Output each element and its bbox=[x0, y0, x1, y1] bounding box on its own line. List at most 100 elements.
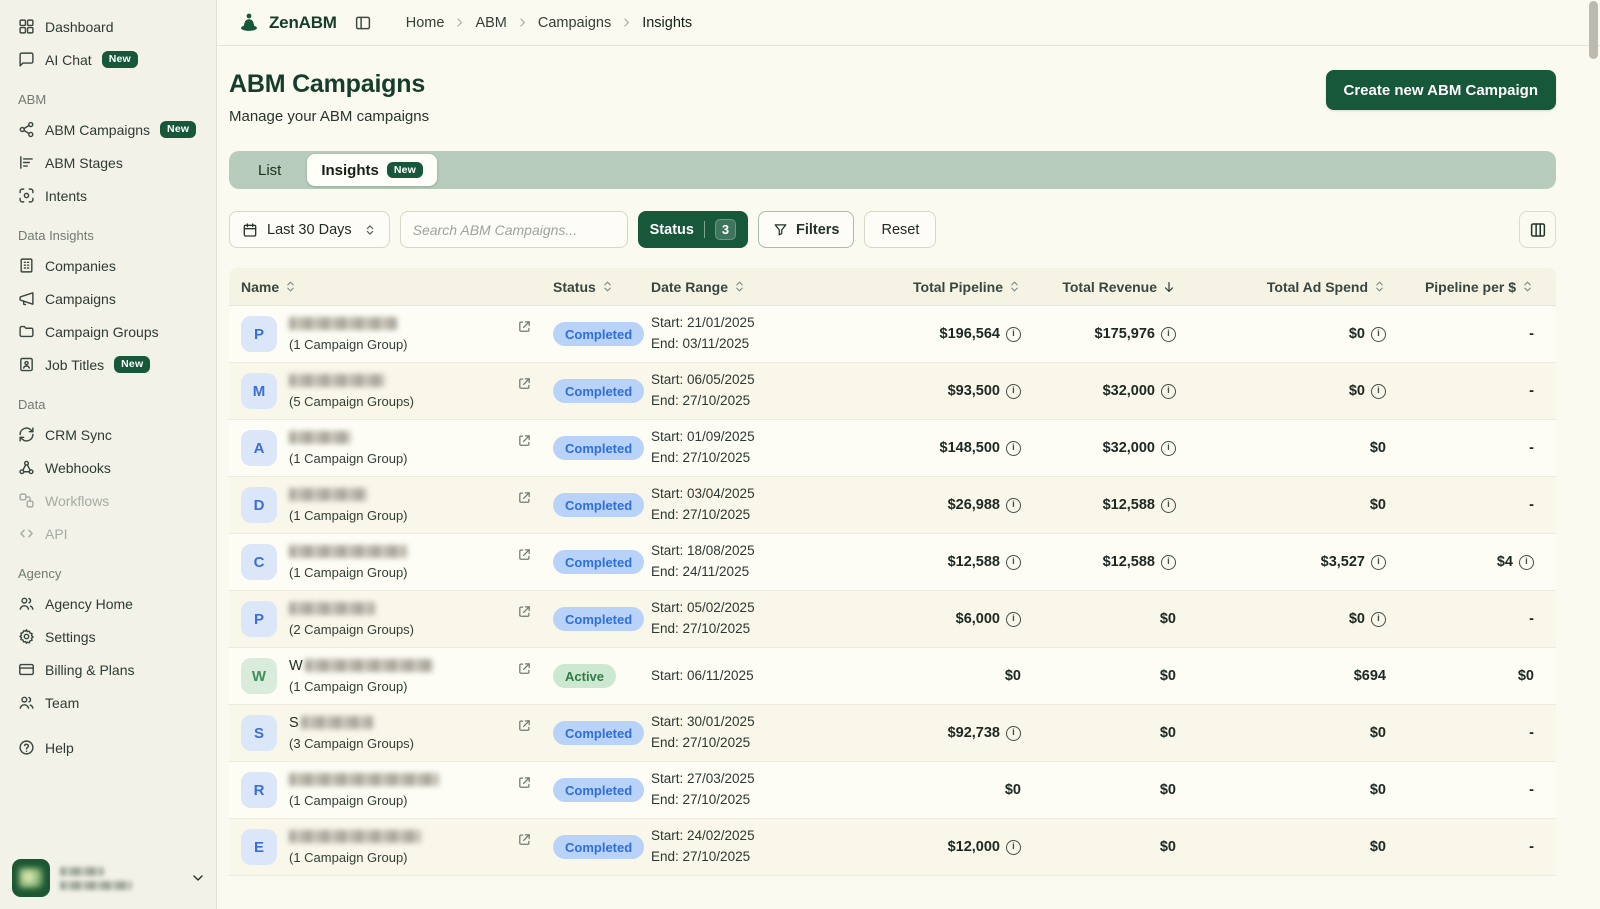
reset-button[interactable]: Reset bbox=[864, 211, 936, 248]
chevron-down-icon[interactable] bbox=[190, 870, 206, 886]
sidebar-item-team[interactable]: Team bbox=[14, 686, 206, 719]
external-link-icon[interactable] bbox=[517, 547, 532, 562]
external-link-icon[interactable] bbox=[517, 718, 532, 733]
breadcrumb-item-insights[interactable]: Insights bbox=[642, 15, 692, 31]
info-icon[interactable]: i bbox=[1006, 384, 1021, 399]
column-header-pipeline-per[interactable]: Pipeline per $ bbox=[1386, 279, 1556, 295]
chevron-right-icon bbox=[620, 16, 633, 29]
megaphone-icon bbox=[18, 290, 35, 307]
info-icon[interactable]: i bbox=[1006, 498, 1021, 513]
breadcrumb-item-abm[interactable]: ABM bbox=[475, 15, 506, 31]
sidebar-item-help[interactable]: Help bbox=[14, 731, 206, 764]
table-row[interactable]: P(1 Campaign Group)CompletedStart: 21/01… bbox=[229, 306, 1556, 363]
info-icon[interactable]: i bbox=[1006, 555, 1021, 570]
create-campaign-button[interactable]: Create new ABM Campaign bbox=[1326, 70, 1556, 110]
avatar: P bbox=[241, 601, 277, 637]
sidebar-item-webhooks[interactable]: Webhooks bbox=[14, 451, 206, 484]
sidebar-item-agency-home[interactable]: Agency Home bbox=[14, 587, 206, 620]
sidebar-item-campaign-groups[interactable]: Campaign Groups bbox=[14, 315, 206, 348]
tab-insights[interactable]: Insights New bbox=[307, 154, 437, 186]
sidebar-item-billing-plans[interactable]: Billing & Plans bbox=[14, 653, 206, 686]
sidebar-item-dashboard[interactable]: Dashboard bbox=[14, 10, 206, 43]
sidebar-item-api[interactable]: API bbox=[14, 517, 206, 550]
status-cell: Completed bbox=[553, 436, 651, 460]
sidebar-item-label: AI Chat bbox=[45, 52, 92, 68]
table-row[interactable]: D(1 Campaign Group)CompletedStart: 03/04… bbox=[229, 477, 1556, 534]
info-icon[interactable]: i bbox=[1161, 384, 1176, 399]
column-header-date-range[interactable]: Date Range bbox=[651, 279, 896, 295]
sidebar-item-workflows[interactable]: Workflows bbox=[14, 484, 206, 517]
sidebar-item-settings[interactable]: Settings bbox=[14, 620, 206, 653]
info-icon[interactable]: i bbox=[1519, 555, 1534, 570]
sidebar-toggle-icon[interactable] bbox=[354, 14, 372, 32]
external-link-icon[interactable] bbox=[517, 490, 532, 505]
info-icon[interactable]: i bbox=[1006, 441, 1021, 456]
sidebar-item-abm-stages[interactable]: ABM Stages bbox=[14, 146, 206, 179]
sidebar-item-intents[interactable]: Intents bbox=[14, 179, 206, 212]
scrollbar[interactable] bbox=[1589, 1, 1598, 908]
total-revenue-cell: $32,000i bbox=[1021, 440, 1176, 456]
external-link-icon[interactable] bbox=[517, 319, 532, 334]
external-link-icon[interactable] bbox=[517, 661, 532, 676]
filters-button[interactable]: Filters bbox=[758, 211, 855, 248]
table-row[interactable]: E(1 Campaign Group)CompletedStart: 24/02… bbox=[229, 819, 1556, 876]
table-row[interactable]: C(1 Campaign Group)CompletedStart: 18/08… bbox=[229, 534, 1556, 591]
sidebar-item-label: CRM Sync bbox=[45, 427, 112, 443]
campaign-groups-count: (3 Campaign Groups) bbox=[289, 736, 414, 751]
external-link-icon[interactable] bbox=[517, 832, 532, 847]
breadcrumb-item-home[interactable]: Home bbox=[406, 15, 445, 31]
table-row[interactable]: SS(3 Campaign Groups)CompletedStart: 30/… bbox=[229, 705, 1556, 762]
external-link-icon[interactable] bbox=[517, 604, 532, 619]
search-input[interactable] bbox=[400, 211, 628, 248]
tab-list[interactable]: List bbox=[232, 154, 307, 186]
sidebar-item-ai-chat[interactable]: AI ChatNew bbox=[14, 43, 206, 76]
column-settings-button[interactable] bbox=[1519, 211, 1556, 248]
info-icon[interactable]: i bbox=[1161, 441, 1176, 456]
sidebar-item-label: Agency Home bbox=[45, 596, 133, 612]
sidebar-item-label: Job Titles bbox=[45, 357, 104, 373]
chat-icon bbox=[18, 51, 35, 68]
sidebar-item-crm-sync[interactable]: CRM Sync bbox=[14, 418, 206, 451]
info-icon[interactable]: i bbox=[1371, 384, 1386, 399]
table-row[interactable]: M(5 Campaign Groups)CompletedStart: 06/0… bbox=[229, 363, 1556, 420]
info-icon[interactable]: i bbox=[1371, 327, 1386, 342]
table-row[interactable]: WW(1 Campaign Group)ActiveStart: 06/11/2… bbox=[229, 648, 1556, 705]
table-row[interactable]: R(1 Campaign Group)CompletedStart: 27/03… bbox=[229, 762, 1556, 819]
info-icon[interactable]: i bbox=[1006, 726, 1021, 741]
info-icon[interactable]: i bbox=[1006, 840, 1021, 855]
sidebar-item-companies[interactable]: Companies bbox=[14, 249, 206, 282]
total-ad-spend-cell: $0 bbox=[1176, 782, 1386, 798]
status-filter-button[interactable]: Status 3 bbox=[638, 211, 748, 248]
info-icon[interactable]: i bbox=[1371, 612, 1386, 627]
info-icon[interactable]: i bbox=[1161, 555, 1176, 570]
column-header-status[interactable]: Status bbox=[553, 279, 651, 295]
table-row[interactable]: A(1 Campaign Group)CompletedStart: 01/09… bbox=[229, 420, 1556, 477]
date-range-select[interactable]: Last 30 Days bbox=[229, 211, 390, 248]
column-header-total-pipeline[interactable]: Total Pipeline bbox=[896, 279, 1021, 295]
user-menu[interactable] bbox=[12, 859, 206, 897]
external-link-icon[interactable] bbox=[517, 775, 532, 790]
sidebar-item-abm-campaigns[interactable]: ABM CampaignsNew bbox=[14, 113, 206, 146]
redacted-name bbox=[289, 431, 351, 444]
campaign-groups-count: (1 Campaign Group) bbox=[289, 793, 439, 808]
date-range-value: Last 30 Days bbox=[267, 222, 352, 238]
breadcrumb-item-campaigns[interactable]: Campaigns bbox=[538, 15, 611, 31]
column-header-name[interactable]: Name bbox=[229, 279, 553, 295]
sidebar-item-job-titles[interactable]: Job TitlesNew bbox=[14, 348, 206, 381]
topbar: ZenABM HomeABMCampaignsInsights bbox=[217, 0, 1600, 46]
sidebar-item-campaigns[interactable]: Campaigns bbox=[14, 282, 206, 315]
info-icon[interactable]: i bbox=[1161, 498, 1176, 513]
info-icon[interactable]: i bbox=[1371, 555, 1386, 570]
external-link-icon[interactable] bbox=[517, 433, 532, 448]
column-header-total-ad-spend[interactable]: Total Ad Spend bbox=[1176, 279, 1386, 295]
table-body: P(1 Campaign Group)CompletedStart: 21/01… bbox=[229, 306, 1556, 876]
info-icon[interactable]: i bbox=[1006, 327, 1021, 342]
table-row[interactable]: P(2 Campaign Groups)CompletedStart: 05/0… bbox=[229, 591, 1556, 648]
status-badge: Active bbox=[553, 664, 616, 688]
scrollbar-thumb[interactable] bbox=[1589, 1, 1598, 59]
external-link-icon[interactable] bbox=[517, 376, 532, 391]
info-icon[interactable]: i bbox=[1006, 612, 1021, 627]
column-header-total-revenue[interactable]: Total Revenue bbox=[1021, 279, 1176, 295]
redacted-name bbox=[289, 488, 367, 501]
info-icon[interactable]: i bbox=[1161, 327, 1176, 342]
